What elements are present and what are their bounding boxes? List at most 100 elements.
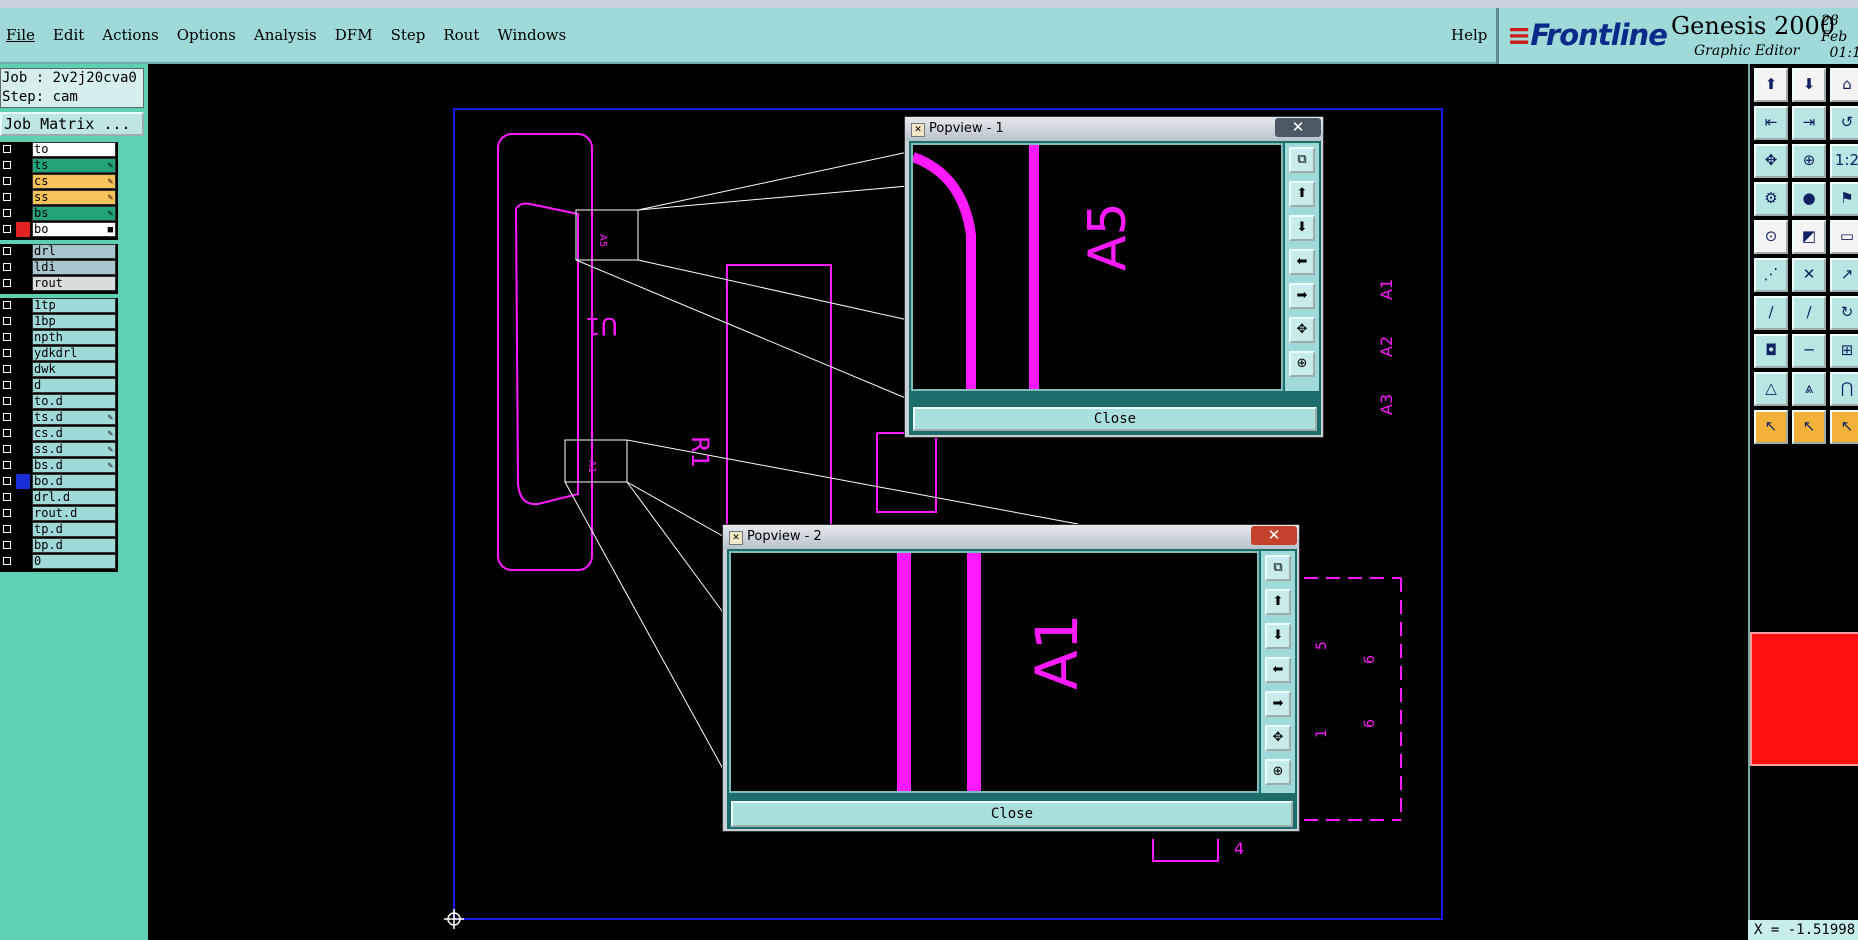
zoom-in-icon[interactable]: ⬆ xyxy=(1754,68,1788,102)
layer-name[interactable]: 0 xyxy=(32,554,116,569)
layer-row-drl[interactable]: drl xyxy=(0,244,118,260)
popview-1-titlebar[interactable]: ✕ Popview - 1 ✕ xyxy=(905,117,1323,141)
layer-checkbox[interactable] xyxy=(3,177,11,185)
layer-name[interactable]: drl.d xyxy=(32,490,116,505)
popview-zoom-fit-icon[interactable]: ✥ xyxy=(1289,317,1315,343)
popview-zoom-home-icon[interactable]: ⊕ xyxy=(1289,351,1315,377)
layer-checkbox[interactable] xyxy=(3,381,11,389)
home-icon[interactable]: ⌂ xyxy=(1830,68,1858,102)
line-icon[interactable]: ∕ xyxy=(1754,296,1788,330)
layer-color-indicator[interactable] xyxy=(16,276,30,291)
select-box-icon[interactable]: ↖ xyxy=(1792,410,1826,444)
layer-color-indicator[interactable] xyxy=(16,190,30,205)
draw-icon[interactable]: ∕ xyxy=(1792,296,1826,330)
undo-view-icon[interactable]: ↺ xyxy=(1830,106,1858,140)
layer-color-indicator[interactable] xyxy=(16,474,30,489)
layer-checkbox[interactable] xyxy=(3,333,11,341)
layer-name[interactable]: tp.d xyxy=(32,522,116,537)
layer-color-indicator[interactable] xyxy=(16,522,30,537)
measure-icon[interactable]: ◩ xyxy=(1792,220,1826,254)
layer-row-bo[interactable]: bo ■ xyxy=(0,222,118,238)
layer-checkbox[interactable] xyxy=(3,317,11,325)
arc-icon[interactable]: ⩓ xyxy=(1792,372,1826,406)
layer-name[interactable]: ts ✎ xyxy=(32,158,116,173)
layer-color-indicator[interactable] xyxy=(16,490,30,505)
menu-dfm[interactable]: DFM xyxy=(335,26,373,44)
popview-zoom-window-icon[interactable]: ⧉ xyxy=(1265,555,1291,581)
layer-color-indicator[interactable] xyxy=(16,458,30,473)
layer-name[interactable]: npth xyxy=(32,330,116,345)
popview-pan-down-icon[interactable]: ⬇ xyxy=(1265,623,1291,649)
popview-1-close-button[interactable]: Close xyxy=(913,407,1317,431)
layer-color-indicator[interactable] xyxy=(16,260,30,275)
layer-row-dwk[interactable]: dwk xyxy=(0,362,118,378)
layer-row-bp-d[interactable]: bp.d xyxy=(0,538,118,554)
settings-icon[interactable]: ⚙ xyxy=(1754,182,1788,216)
popview-2-close-button[interactable]: Close xyxy=(731,801,1293,827)
layer-name[interactable]: dwk xyxy=(32,362,116,377)
layer-row-to-d[interactable]: to.d xyxy=(0,394,118,410)
popview-pan-right-icon[interactable]: ➡ xyxy=(1265,691,1291,717)
layer-name[interactable]: d xyxy=(32,378,116,393)
menu-file[interactable]: File xyxy=(6,26,35,44)
layer-color-indicator[interactable] xyxy=(16,442,30,457)
layer-row-tp-d[interactable]: tp.d xyxy=(0,522,118,538)
layer-color-indicator[interactable] xyxy=(16,426,30,441)
menu-help[interactable]: Help xyxy=(1451,8,1487,62)
cross-icon[interactable]: ✕ xyxy=(1792,258,1826,292)
layer-color-indicator[interactable] xyxy=(16,222,30,237)
layer-name[interactable]: bs ✎ xyxy=(32,206,116,221)
popview-pan-up-icon[interactable]: ⬆ xyxy=(1289,181,1315,207)
layer-color-indicator[interactable] xyxy=(16,410,30,425)
layer-name[interactable]: ts.d ✎ xyxy=(32,410,116,425)
popview-1-close-x[interactable]: ✕ xyxy=(1275,118,1321,137)
layer-name[interactable]: bp.d xyxy=(32,538,116,553)
layer-checkbox[interactable] xyxy=(3,477,11,485)
layer-row-rout[interactable]: rout xyxy=(0,276,118,292)
layer-color-indicator[interactable] xyxy=(16,244,30,259)
layer-checkbox[interactable] xyxy=(3,413,11,421)
layer-name[interactable]: ss ✎ xyxy=(32,190,116,205)
layer-row-bs-d[interactable]: bs.d ✎ xyxy=(0,458,118,474)
layer-checkbox[interactable] xyxy=(3,301,11,309)
layer-row-0[interactable]: 0 xyxy=(0,554,118,570)
layer-checkbox[interactable] xyxy=(3,541,11,549)
popview-1-view[interactable]: A5 xyxy=(911,143,1283,391)
layer-row-to[interactable]: to xyxy=(0,142,118,158)
layer-checkbox[interactable] xyxy=(3,365,11,373)
layer-color-swatch[interactable] xyxy=(1750,632,1858,766)
layer-color-indicator[interactable] xyxy=(16,142,30,157)
menu-edit[interactable]: Edit xyxy=(53,26,84,44)
layer-name[interactable]: drl xyxy=(32,244,116,259)
job-matrix-button[interactable]: Job Matrix ... xyxy=(0,112,144,136)
layer-name[interactable]: to.d xyxy=(32,394,116,409)
popview-zoom-home-icon[interactable]: ⊕ xyxy=(1265,759,1291,785)
layer-row-ss-d[interactable]: ss.d ✎ xyxy=(0,442,118,458)
layer-row-1tp[interactable]: 1tp xyxy=(0,298,118,314)
layer-name[interactable]: 1bp xyxy=(32,314,116,329)
layer-name[interactable]: ydkdrl xyxy=(32,346,116,361)
layer-color-indicator[interactable] xyxy=(16,206,30,221)
layer-name[interactable]: rout.d xyxy=(32,506,116,521)
rotate-icon[interactable]: ↻ xyxy=(1830,296,1858,330)
layer-name[interactable]: cs ✎ xyxy=(32,174,116,189)
layer-name[interactable]: bo ■ xyxy=(32,222,116,237)
layer-row-npth[interactable]: npth xyxy=(0,330,118,346)
layer-row-1bp[interactable]: 1bp xyxy=(0,314,118,330)
layer-checkbox[interactable] xyxy=(3,461,11,469)
popview-pan-left-icon[interactable]: ⬅ xyxy=(1265,657,1291,683)
select-icon[interactable]: ↖ xyxy=(1754,410,1788,444)
menu-rout[interactable]: Rout xyxy=(443,26,479,44)
layer-row-ss[interactable]: ss ✎ xyxy=(0,190,118,206)
layer-name[interactable]: rout xyxy=(32,276,116,291)
zoom-out-icon[interactable]: ⬇ xyxy=(1792,68,1826,102)
layer-color-indicator[interactable] xyxy=(16,158,30,173)
layer-checkbox[interactable] xyxy=(3,429,11,437)
layer-row-cs[interactable]: cs ✎ xyxy=(0,174,118,190)
layer-name[interactable]: 1tp xyxy=(32,298,116,313)
minus-icon[interactable]: ─ xyxy=(1792,334,1826,368)
snap-icon[interactable]: ● xyxy=(1792,182,1826,216)
flag-icon[interactable]: ⚑ xyxy=(1830,182,1858,216)
triangle-icon[interactable]: △ xyxy=(1754,372,1788,406)
layer-row-ts[interactable]: ts ✎ xyxy=(0,158,118,174)
